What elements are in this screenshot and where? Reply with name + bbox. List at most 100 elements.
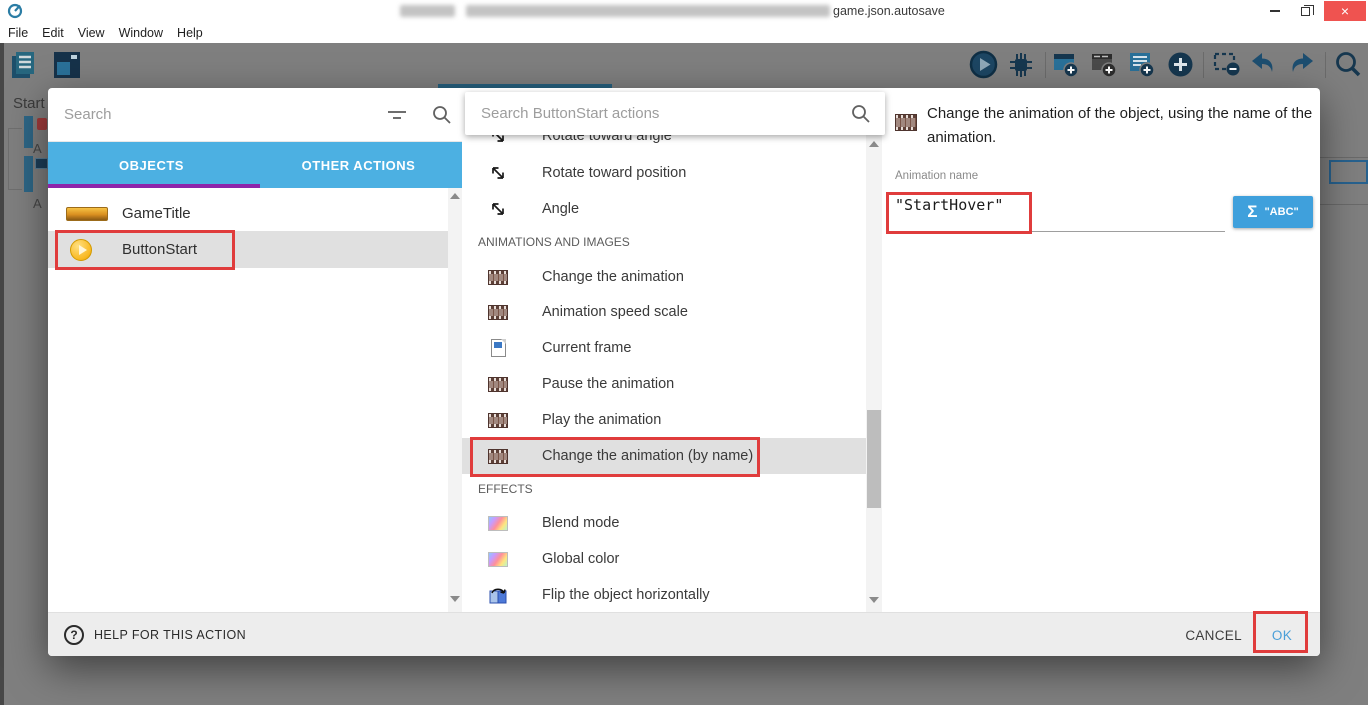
blurred-title-segment — [400, 5, 455, 17]
toolbar-separator — [1045, 52, 1046, 78]
action-row[interactable]: Change the animation — [462, 259, 866, 295]
menu-bar: File Edit View Window Help — [0, 22, 1368, 43]
scroll-up-icon[interactable] — [869, 141, 879, 147]
gametitle-thumbnail-icon — [66, 207, 108, 221]
debug-icon — [1007, 51, 1035, 79]
action-row-selected[interactable]: Change the animation (by name) — [462, 438, 866, 474]
left-tab-bar: OBJECTS OTHER ACTIONS — [48, 142, 462, 188]
dialog-footer: ? HELP FOR THIS ACTION CANCEL OK — [48, 612, 1320, 656]
toolbar-separator — [1325, 52, 1326, 78]
rotate-icon — [489, 164, 507, 182]
undo-icon — [1250, 51, 1278, 77]
buttonstart-thumbnail-icon — [70, 239, 92, 261]
search-icon — [432, 105, 452, 125]
restore-icon — [1301, 7, 1310, 16]
panel-line-fragment — [1320, 157, 1368, 158]
close-button[interactable]: × — [1324, 1, 1366, 21]
event-tree-guide — [8, 128, 9, 190]
action-search-bar — [465, 92, 885, 135]
blurred-title-segment — [466, 5, 830, 17]
scroll-up-icon[interactable] — [450, 193, 460, 199]
add-object-icon — [1052, 51, 1080, 79]
play-button — [969, 50, 998, 79]
help-icon[interactable]: ? — [64, 625, 84, 645]
action-row[interactable]: Play the animation — [462, 402, 866, 438]
title-bar: game.json.autosave × — [0, 0, 1368, 22]
section-header: ANIMATIONS AND IMAGES — [478, 235, 630, 249]
action-search-input[interactable] — [481, 105, 811, 122]
redo-icon — [1287, 51, 1315, 77]
film-icon — [488, 270, 508, 285]
flip-icon — [488, 587, 508, 604]
film-icon — [895, 114, 917, 131]
maximize-button[interactable] — [1290, 0, 1320, 22]
action-row[interactable]: Blend mode — [462, 505, 866, 541]
animation-name-input[interactable] — [895, 196, 1195, 214]
frame-icon — [491, 339, 506, 357]
menu-view[interactable]: View — [78, 26, 114, 40]
menu-file[interactable]: File — [8, 26, 37, 40]
gdevelop-logo-icon — [7, 3, 23, 19]
help-link[interactable]: HELP FOR THIS ACTION — [94, 628, 246, 642]
add-external-layout-icon — [1090, 51, 1118, 79]
object-list-scrollbar[interactable] — [448, 188, 462, 612]
cancel-button[interactable]: CANCEL — [1185, 628, 1242, 643]
action-row[interactable]: Flip the object horizontally — [462, 577, 866, 613]
action-list-scrollbar[interactable] — [866, 135, 882, 612]
object-search-bar — [48, 88, 462, 142]
object-search-input[interactable] — [64, 106, 364, 123]
action-row[interactable]: Current frame — [462, 330, 866, 366]
edit-action-dialog: OBJECTS OTHER ACTIONS GameTitle ButtonSt… — [48, 88, 1320, 656]
window-title: game.json.autosave — [833, 0, 945, 22]
object-name: GameTitle — [122, 205, 191, 222]
add-events-icon — [1128, 51, 1156, 79]
search-toolbar-icon — [1333, 50, 1363, 80]
field-label: Animation name — [895, 170, 978, 182]
action-description: Change the animation of the object, usin… — [927, 102, 1327, 150]
toolbar-separator — [1203, 52, 1204, 78]
tab-other-actions[interactable]: OTHER ACTIONS — [255, 142, 462, 188]
add-circle-icon — [1166, 50, 1195, 79]
expression-editor-button[interactable]: Σ "ABC" — [1233, 196, 1313, 228]
scene-editor-tab-icon — [52, 50, 82, 80]
expression-button-label: "ABC" — [1264, 206, 1298, 218]
event-letter: A — [33, 196, 42, 211]
panel-edge — [0, 43, 4, 705]
minimize-icon — [1270, 10, 1280, 12]
event-condition-bar — [24, 156, 33, 192]
remove-instance-icon — [1212, 51, 1242, 79]
film-icon — [488, 413, 508, 428]
minimize-button[interactable] — [1260, 0, 1290, 22]
object-row-gametitle[interactable]: GameTitle — [48, 195, 448, 232]
event-tree-guide — [8, 128, 22, 129]
action-row[interactable]: Rotate toward position — [462, 155, 866, 191]
scroll-down-icon[interactable] — [450, 596, 460, 602]
film-icon — [488, 449, 508, 464]
menu-help[interactable]: Help — [177, 26, 212, 40]
tab-objects[interactable]: OBJECTS — [48, 142, 255, 188]
film-icon — [488, 377, 508, 392]
event-letter: A — [33, 141, 42, 156]
search-icon — [851, 104, 871, 124]
project-manager-icon — [10, 50, 40, 80]
object-row-buttonstart[interactable]: ButtonStart — [48, 231, 448, 268]
action-row[interactable]: Pause the animation — [462, 366, 866, 402]
sigma-icon: Σ — [1247, 202, 1257, 222]
menu-window[interactable]: Window — [119, 26, 172, 40]
color-icon — [488, 552, 508, 567]
object-name: ButtonStart — [122, 241, 197, 258]
mouse-icon-fragment — [37, 118, 47, 130]
action-row[interactable]: Angle — [462, 191, 866, 227]
window-icon-fragment — [35, 158, 48, 169]
color-icon — [488, 516, 508, 531]
active-tab-underline — [48, 184, 260, 188]
action-row[interactable]: Animation speed scale — [462, 294, 866, 330]
ok-button[interactable]: OK — [1272, 628, 1292, 643]
action-row[interactable]: Global color — [462, 541, 866, 577]
scrollbar-thumb[interactable] — [867, 410, 881, 508]
filter-icon[interactable] — [386, 109, 408, 123]
scroll-down-icon[interactable] — [869, 597, 879, 603]
film-icon — [488, 305, 508, 320]
event-condition-bar — [24, 116, 33, 148]
menu-edit[interactable]: Edit — [42, 26, 73, 40]
